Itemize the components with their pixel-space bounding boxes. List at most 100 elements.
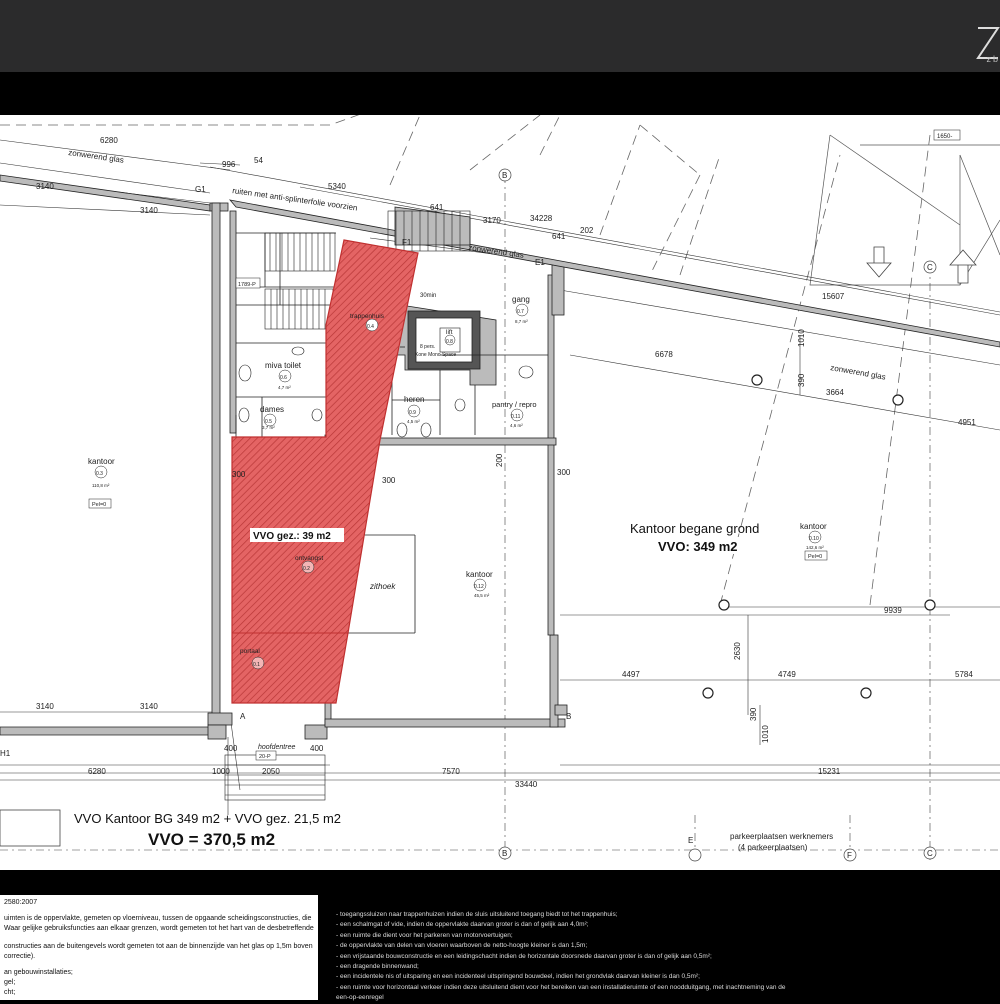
dim-right-1010a: 1010 [797, 329, 806, 347]
room-kantoor-left-area: 110,8 m² [92, 483, 110, 488]
dim-top-3140a: 3140 [36, 182, 54, 191]
dim-right-4951: 4951 [958, 418, 976, 427]
tag-pel-left-text: Pel=0 [92, 502, 106, 508]
kantoor-bg-title: Kantoor begane grond [630, 521, 759, 536]
summary-box [0, 809, 61, 847]
room-kantoor-right-area: 142,6 m² [806, 545, 824, 550]
dim-b-400b: 400 [310, 744, 324, 753]
grid-f1: F1 [402, 238, 412, 247]
legend-right-line: een-op-eenregel [336, 994, 384, 1002]
room-pantry-no: 0.11 [511, 414, 521, 420]
dim-mid-300c: 300 [232, 470, 246, 479]
dim-mid-300b: 300 [382, 476, 396, 485]
note-zonwerend-3: zonwerend glas [830, 363, 887, 382]
dim-top-5340: 5340 [328, 182, 346, 191]
grid-c-top: C [927, 263, 933, 272]
grid-c-low: C [927, 849, 933, 858]
room-kantoor-mid-no: 0.12 [474, 584, 484, 590]
dim-mid-2630: 2630 [733, 642, 742, 660]
note-parkeer-1: parkeerplaatsen werknemers [730, 832, 833, 841]
note-parkeer-2: (4 parkeerplaatsen) [738, 843, 808, 852]
room-gang: gang [512, 295, 530, 304]
note-hoofdentree: hoofdentree [258, 744, 295, 751]
dim-top-641b: 641 [552, 232, 566, 241]
tag-20p-text: 20-P [259, 754, 271, 760]
room-ontvangst-no: 0.2 [303, 566, 310, 572]
dim-mid-9939: 9939 [884, 606, 902, 615]
room-lift-no: 0.8 [446, 339, 453, 345]
grid-e1: E1 [535, 258, 545, 267]
room-dames: dames [260, 405, 284, 414]
arrow-up-icon [949, 249, 977, 284]
dim-b-400a: 400 [224, 744, 238, 753]
dim-mid-200: 200 [495, 453, 504, 467]
legend-left-line: correctie). [4, 953, 36, 960]
room-trappenhuis-no: 0.4 [367, 324, 374, 330]
room-dames-area: 3,7 m² [262, 425, 275, 430]
floor-plan: 1650- 6280 3140 3140 996 54 5340 641 317… [0, 115, 1000, 862]
legend-left-line: constructies aan de buitengevels wordt g… [4, 943, 313, 950]
room-zithoek: zithoek [369, 582, 396, 591]
room-gang-no: 0.7 [517, 309, 524, 315]
dim-b-2050: 2050 [262, 767, 280, 776]
legend-right-line: - een dragende binnenwand; [336, 963, 419, 971]
logo-text: zb [986, 54, 1000, 64]
dim-right-390b: 390 [749, 707, 758, 721]
legend-left-line: Waar gelijke gebruiksfuncties aan elkaar… [4, 925, 314, 932]
tag-1789-text: 1789-P [238, 282, 256, 288]
legend-left-line: cht; [4, 989, 16, 996]
room-pantry: pantry / repro [492, 400, 537, 409]
grid-bubbles [498, 168, 937, 862]
dim-b-7570: 7570 [442, 767, 460, 776]
room-miva: miva toilet [265, 361, 302, 370]
room-heren-no: 0.9 [409, 410, 416, 416]
dim-mid-300a: 300 [557, 468, 571, 477]
legend-right-line: - een vrijstaande bouwconstructie en een… [336, 952, 712, 960]
room-pantry-area: 4,6 m² [510, 423, 523, 428]
grid-b-bot: B [566, 712, 571, 721]
legend-right-panel: - toegangssluizen naar trappenhuizen ind… [336, 910, 786, 1004]
dim-bot-3140a: 3140 [36, 702, 54, 711]
room-miva-no: 0.6 [280, 375, 287, 381]
legend-left-panel: 2580:2007 uimten is de oppervlakte, geme… [0, 895, 318, 1000]
kantoor-bg-vvo: VVO: 349 m2 [658, 539, 738, 554]
dim-bot-3140b: 3140 [140, 702, 158, 711]
tag-pel-right-text: Pel=0 [808, 554, 822, 560]
room-portaal: portaal [240, 648, 260, 655]
dim-top-34228: 34228 [530, 214, 553, 223]
room-heren: heren [404, 395, 424, 404]
dim-b-1000: 1000 [212, 767, 230, 776]
legend-right-line: - een incidentele nis of uitsparing en e… [336, 973, 700, 981]
dim-right-390a: 390 [797, 373, 806, 387]
legend-right-line: - een ruimte voor horizontaal verkeer in… [336, 983, 786, 991]
dim-b-33440: 33440 [515, 780, 538, 789]
dim-b-6280: 6280 [88, 767, 106, 776]
dim-bot-5784: 5784 [955, 670, 973, 679]
dim-top-996: 996 [222, 160, 236, 169]
summary-line-1: VVO Kantoor BG 349 m2 + VVO gez. 21,5 m2 [74, 811, 341, 826]
grid-g1: G1 [195, 185, 206, 194]
legend-right-line: - een ruimte die dient voor het parkeren… [336, 931, 513, 939]
dim-mid-3664: 3664 [826, 388, 844, 397]
grid-b-low: B [502, 849, 507, 858]
dim-b-15231: 15231 [818, 767, 841, 776]
legend-right-line: - een schalmgat of vide, indien de opper… [336, 921, 589, 929]
dim-top-3140b: 3140 [140, 206, 158, 215]
dim-top-54: 54 [254, 156, 263, 165]
room-portaal-no: 0.1 [253, 662, 260, 668]
legend-right-line: - toegangssluizen naar trappenhuizen ind… [336, 911, 618, 918]
dim-top-15607: 15607 [822, 292, 845, 301]
dim-bot-4497: 4497 [622, 670, 640, 679]
grid-h1: H1 [0, 749, 11, 758]
dimension-lines [0, 139, 1000, 815]
dim-mid-6678: 6678 [655, 350, 673, 359]
grid-b-top: B [502, 171, 507, 180]
room-heren-area: 4,5 m² [407, 419, 420, 424]
room-trappenhuis: trappenhuis [350, 313, 385, 320]
dim-top-3170: 3170 [483, 216, 501, 225]
note-30min: 30min [420, 293, 436, 299]
dim-top-6280: 6280 [100, 136, 118, 145]
dim-right-1010b: 1010 [761, 725, 770, 743]
note-zonwerend-1: zonwerend glas [68, 148, 125, 165]
room-kantoor-mid: kantoor [466, 570, 493, 579]
